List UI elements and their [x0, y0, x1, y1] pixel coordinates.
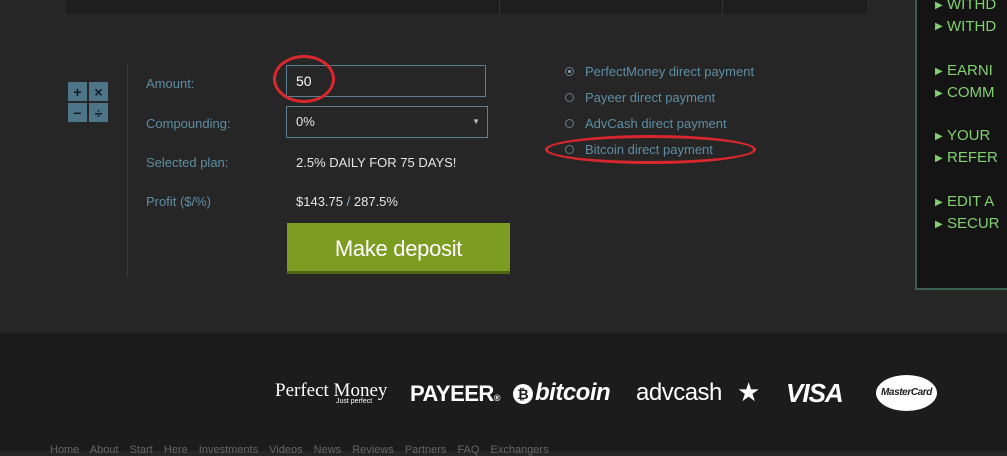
menu-arrow-icon: ▶	[935, 21, 943, 32]
menu-arrow-icon: ▶	[935, 219, 943, 230]
make-deposit-button[interactable]: Make deposit	[287, 223, 510, 274]
radio-button[interactable]	[565, 93, 574, 102]
top-table-strip	[66, 0, 867, 14]
bitcoin-logo: bitcoin	[535, 379, 611, 406]
advcash-logo: advcash	[636, 379, 722, 406]
advcash-star-icon: ★	[737, 377, 761, 407]
bitcoin-icon: ₿	[513, 384, 533, 404]
menu-arrow-icon: ▶	[935, 0, 943, 11]
annotation-circle-amount	[273, 55, 335, 103]
profit-value: $143.75 / 287.5%	[296, 194, 398, 209]
multiply-icon: ×	[89, 82, 108, 101]
menu-arrow-icon: ▶	[935, 66, 943, 77]
footer-links[interactable]: Home About Start Here Investments Videos…	[50, 444, 549, 456]
side-menu-item[interactable]: EDIT A	[947, 193, 994, 210]
amount-label: Amount:	[146, 76, 195, 91]
menu-arrow-icon: ▶	[935, 131, 943, 142]
dropdown-arrow-icon: ▼	[472, 117, 480, 126]
payment-option-payeer[interactable]: Payeer direct payment	[565, 90, 715, 105]
radio-button[interactable]	[565, 67, 574, 76]
payment-option-advcash[interactable]: AdvCash direct payment	[565, 116, 727, 131]
profit-percent: 287.5%	[353, 194, 398, 209]
compounding-label: Compounding:	[146, 116, 231, 131]
profit-label: Profit ($/%)	[146, 194, 212, 209]
payment-option-label: AdvCash direct payment	[585, 116, 727, 131]
registered-mark: ®	[493, 393, 501, 403]
mastercard-logo: MasterCard	[876, 375, 937, 411]
side-menu-item[interactable]: YOUR	[947, 127, 990, 144]
side-menu-item[interactable]: COMM	[947, 84, 995, 101]
table-column-divider	[722, 0, 723, 14]
visa-logo: VISA	[786, 378, 844, 408]
annotation-circle-bitcoin	[545, 135, 756, 164]
table-column-divider	[499, 0, 500, 14]
payment-option-perfectmoney[interactable]: PerfectMoney direct payment	[565, 64, 754, 79]
selected-plan-label: Selected plan:	[146, 155, 229, 170]
profit-dollar: $143.75	[296, 194, 343, 209]
side-menu-item[interactable]: WITHD	[947, 0, 996, 13]
dotted-divider	[127, 65, 129, 277]
profit-separator: /	[346, 194, 351, 209]
minus-icon: −	[68, 103, 87, 122]
compounding-value: 0%	[296, 114, 315, 129]
compounding-select[interactable]: 0% ▼	[286, 106, 488, 138]
payeer-wordmark: PAYEER	[410, 381, 494, 406]
menu-arrow-icon: ▶	[935, 88, 943, 99]
side-menu-item[interactable]: WITHD	[947, 18, 996, 35]
menu-arrow-icon: ▶	[935, 197, 943, 208]
payment-option-label: Payeer direct payment	[585, 90, 716, 105]
side-menu-item[interactable]: SECUR	[947, 215, 1000, 232]
footer	[0, 333, 1007, 451]
plus-icon: +	[68, 82, 87, 101]
side-menu-item[interactable]: EARNI	[947, 62, 993, 79]
radio-button[interactable]	[565, 119, 574, 128]
menu-arrow-icon: ▶	[935, 153, 943, 164]
side-menu-item[interactable]: REFER	[947, 149, 998, 166]
divide-icon: ÷	[89, 103, 108, 122]
perfect-money-tagline: Just perfect	[336, 398, 373, 405]
calculator-icon: + × − ÷	[68, 82, 108, 122]
account-side-menu: ▶ WITHD ▶ WITHD ▶ EARNI ▶ COMM ▶ YOUR ▶ …	[915, 0, 1007, 290]
payment-option-label: PerfectMoney direct payment	[585, 64, 755, 79]
selected-plan-value: 2.5% DAILY FOR 75 DAYS!	[296, 155, 457, 170]
payeer-logo: PAYEER®	[410, 381, 500, 407]
